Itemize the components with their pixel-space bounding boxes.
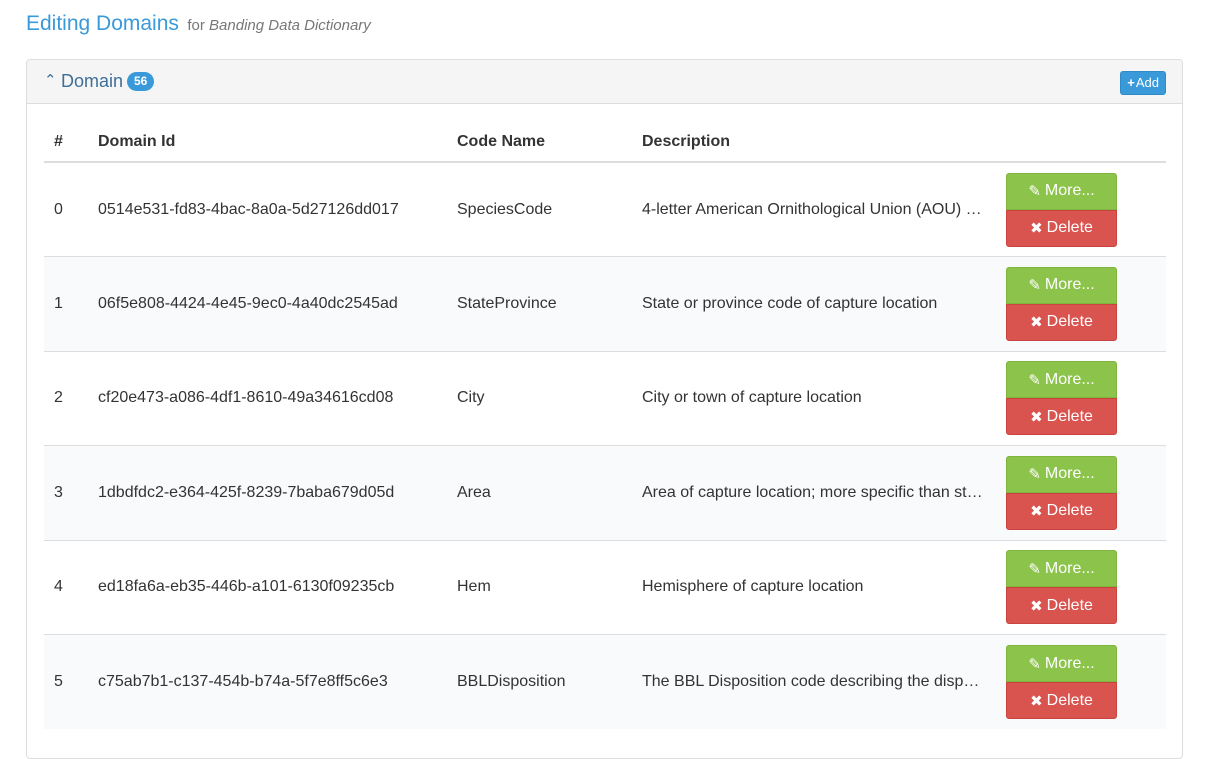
page-title: Editing Domains xyxy=(26,12,179,35)
delete-label: Delete xyxy=(1046,502,1093,520)
row-button-group: ✎ More... ✖ Delete xyxy=(1006,645,1117,719)
row-description: Hemisphere of capture location xyxy=(632,539,994,635)
delete-label: Delete xyxy=(1046,596,1093,614)
column-header-description[interactable]: Description xyxy=(632,122,994,163)
more-button[interactable]: ✎ More... xyxy=(1006,645,1117,682)
domain-table: # Domain Id Code Name Description 0 0514e… xyxy=(44,122,1166,729)
column-header-actions xyxy=(994,122,1166,163)
times-icon: ✖ xyxy=(1030,314,1043,332)
times-icon: ✖ xyxy=(1030,220,1043,237)
more-label: More... xyxy=(1044,370,1095,388)
more-button[interactable]: ✎ More... xyxy=(1006,550,1117,588)
panel-title[interactable]: Domain xyxy=(61,71,123,92)
domain-panel: ⌃ Domain 56 +Add # Domain Id Code Name D… xyxy=(26,59,1183,759)
table-row: 1 06f5e808-4424-4e45-9ec0-4a40dc2545ad Sta… xyxy=(44,256,1166,351)
delete-button[interactable]: ✖ Delete xyxy=(1006,682,1117,719)
row-domain-id: ed18fa6a-eb35-446b-a101-6130f09235cb xyxy=(88,539,447,635)
for-text: for xyxy=(187,17,205,34)
row-domain-id: 06f5e808-4424-4e45-9ec0-4a40dc2545ad xyxy=(88,256,447,351)
row-actions: ✎ More... ✖ Delete xyxy=(994,350,1166,446)
row-button-group: ✎ More... ✖ Delete xyxy=(1006,361,1117,436)
more-button[interactable]: ✎ More... xyxy=(1006,172,1117,210)
more-label: More... xyxy=(1044,182,1095,199)
column-header-domain-id[interactable]: Domain Id xyxy=(88,122,447,163)
delete-button[interactable]: ✖ Delete xyxy=(1006,303,1117,341)
row-index: 0 xyxy=(44,161,88,257)
dictionary-name: Banding Data Dictionary xyxy=(209,17,371,34)
row-description: Area of capture location; more specific … xyxy=(632,445,994,540)
times-icon: ✖ xyxy=(1030,408,1043,426)
row-button-group: ✎ More... ✖ Delete xyxy=(1006,550,1117,625)
row-actions: ✎ More... ✖ Delete xyxy=(994,256,1166,351)
row-code-name: StateProvince xyxy=(447,256,632,351)
row-code-name: Hem xyxy=(447,539,632,635)
table-row: 0 0514e531-fd83-4bac-8a0a-5d27126dd017 Spe… xyxy=(44,161,1166,257)
row-index: 1 xyxy=(44,256,88,351)
times-icon: ✖ xyxy=(1030,503,1043,521)
delete-label: Delete xyxy=(1046,313,1093,331)
row-actions: ✎ More... ✖ Delete xyxy=(994,161,1166,257)
pencil-icon: ✎ xyxy=(1028,277,1041,295)
page-subtitle: for Banding Data Dictionary xyxy=(187,17,370,34)
page-heading: Editing Domains for Banding Data Diction… xyxy=(26,12,371,36)
more-label: More... xyxy=(1044,654,1095,672)
row-button-group: ✎ More... ✖ Delete xyxy=(1006,172,1117,247)
row-actions: ✎ More... ✖ Delete xyxy=(994,539,1166,635)
column-header-index[interactable]: # xyxy=(44,122,88,163)
count-badge: 56 xyxy=(127,72,155,91)
row-button-group: ✎ More... ✖ Delete xyxy=(1006,266,1117,341)
times-icon: ✖ xyxy=(1030,597,1043,615)
pencil-icon: ✎ xyxy=(1028,466,1041,484)
row-code-name: City xyxy=(447,350,632,446)
row-index: 4 xyxy=(44,539,88,635)
more-button[interactable]: ✎ More... xyxy=(1006,455,1117,493)
row-description: State or province code of capture locati… xyxy=(632,256,994,351)
row-domain-id: 1dbdfdc2-e364-425f-8239-7baba679d05d xyxy=(88,445,447,540)
row-index: 3 xyxy=(44,445,88,540)
table-row: 2 cf20e473-a086-4df1-8610-49a34616cd08 Cit… xyxy=(44,350,1166,446)
row-code-name: Area xyxy=(447,445,632,540)
row-actions: ✎ More... ✖ Delete xyxy=(994,445,1166,540)
more-button[interactable]: ✎ More... xyxy=(1006,361,1117,399)
delete-label: Delete xyxy=(1046,219,1093,236)
column-header-code-name[interactable]: Code Name xyxy=(447,122,632,163)
more-label: More... xyxy=(1044,559,1095,577)
pencil-icon: ✎ xyxy=(1028,560,1041,578)
delete-label: Delete xyxy=(1046,407,1093,425)
row-index: 2 xyxy=(44,350,88,446)
chevron-up-icon[interactable]: ⌃ xyxy=(44,71,57,89)
row-domain-id: cf20e473-a086-4df1-8610-49a34616cd08 xyxy=(88,350,447,446)
delete-button[interactable]: ✖ Delete xyxy=(1006,587,1117,625)
pencil-icon: ✎ xyxy=(1028,655,1041,673)
delete-button[interactable]: ✖ Delete xyxy=(1006,492,1117,530)
more-label: More... xyxy=(1044,465,1095,483)
delete-button[interactable]: ✖ Delete xyxy=(1006,398,1117,436)
delete-label: Delete xyxy=(1046,691,1093,709)
plus-icon: + xyxy=(1127,75,1135,90)
pencil-icon: ✎ xyxy=(1028,183,1041,200)
times-icon: ✖ xyxy=(1030,692,1043,710)
table-row: 3 1dbdfdc2-e364-425f-8239-7baba679d05d Are… xyxy=(44,445,1166,540)
row-domain-id: 0514e531-fd83-4bac-8a0a-5d27126dd017 xyxy=(88,161,447,257)
delete-button[interactable]: ✖ Delete xyxy=(1006,209,1117,247)
table-header-row: # Domain Id Code Name Description xyxy=(44,122,1166,163)
more-label: More... xyxy=(1044,276,1095,294)
add-button[interactable]: +Add xyxy=(1120,71,1166,95)
row-button-group: ✎ More... ✖ Delete xyxy=(1006,455,1117,530)
panel-heading[interactable]: ⌃ Domain 56 +Add xyxy=(27,60,1182,104)
row-description: City or town of capture location xyxy=(632,350,994,446)
add-label: Add xyxy=(1135,75,1159,90)
more-button[interactable]: ✎ More... xyxy=(1006,266,1117,304)
table-row: 4 ed18fa6a-eb35-446b-a101-6130f09235cb Hem… xyxy=(44,539,1166,635)
pencil-icon: ✎ xyxy=(1028,371,1041,389)
row-description: 4-letter American Ornithological Union (… xyxy=(632,161,994,257)
row-code-name: SpeciesCode xyxy=(447,161,632,257)
